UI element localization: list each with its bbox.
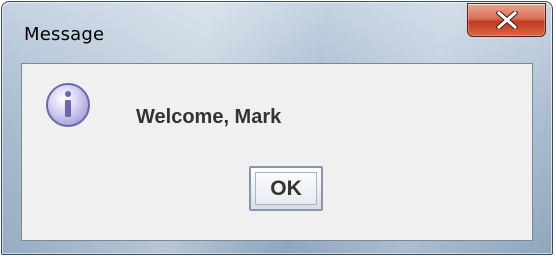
information-icon (44, 81, 92, 129)
message-dialog-window: Message Welcome, Mark OK (1, 1, 553, 255)
ok-button-label: OK (255, 172, 317, 205)
window-title: Message (24, 24, 105, 45)
title-bar[interactable]: Message (2, 2, 552, 62)
message-text: Welcome, Mark (136, 106, 282, 128)
close-button[interactable] (467, 3, 546, 37)
ok-button[interactable]: OK (249, 166, 323, 211)
dialog-content: Welcome, Mark OK (21, 63, 533, 241)
close-icon (496, 11, 518, 29)
